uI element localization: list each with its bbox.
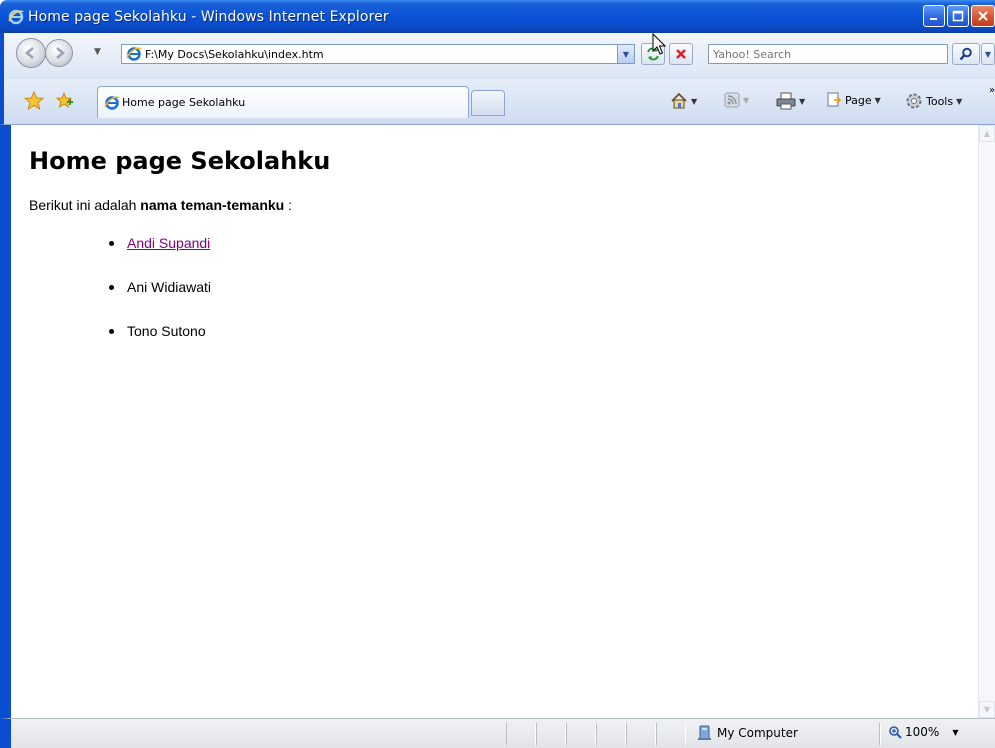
chevron-down-icon: ▼	[956, 96, 963, 106]
tools-menu-button[interactable]: Tools ▼	[905, 92, 962, 110]
computer-icon	[698, 725, 711, 740]
friend-link-andi-supandi[interactable]: Andi Supandi	[127, 235, 210, 251]
favorites-star-icon[interactable]	[24, 91, 44, 111]
ie-page-icon	[104, 95, 120, 110]
status-segment	[566, 723, 596, 745]
tab-home-page-sekolahku[interactable]: Home page Sekolahku	[97, 86, 469, 118]
forward-button[interactable]	[45, 39, 73, 67]
page-menu-label: Page	[845, 93, 872, 107]
zoom-control[interactable]: 100% ▼	[888, 725, 958, 739]
minimize-button[interactable]	[923, 5, 945, 27]
mouse-cursor-icon	[652, 33, 667, 55]
status-segment	[626, 723, 656, 745]
web-page: Home page Sekolahku Berikut ini adalah n…	[29, 147, 969, 367]
tools-menu-label: Tools	[926, 94, 954, 108]
stop-button[interactable]	[669, 43, 693, 65]
print-button[interactable]: ▼	[776, 92, 805, 110]
search-options-dropdown[interactable]: ▼	[981, 43, 995, 65]
status-bar: My Computer 100% ▼	[0, 718, 995, 748]
page-content-area: Home page Sekolahku Berikut ini adalah n…	[0, 125, 995, 718]
page-heading: Home page Sekolahku	[29, 147, 331, 175]
recent-pages-dropdown[interactable]: ▼	[94, 47, 101, 57]
ie-logo-icon	[8, 9, 24, 24]
search-icon	[959, 47, 972, 61]
back-button[interactable]	[16, 38, 46, 68]
maximize-icon	[952, 10, 964, 22]
rss-feed-icon	[724, 92, 740, 108]
intro-paragraph: Berikut ini adalah nama teman-temanku :	[29, 197, 969, 213]
search-bar	[708, 44, 948, 64]
zoom-icon	[889, 726, 902, 739]
intro-prefix: Berikut ini adalah	[29, 197, 141, 213]
security-zone[interactable]: My Computer	[697, 725, 798, 741]
ie-page-icon	[126, 47, 142, 61]
intro-bold: nama teman-temanku	[140, 197, 285, 213]
security-zone-label: My Computer	[717, 726, 798, 740]
scroll-down-button[interactable]: ▼	[979, 701, 995, 718]
address-toolbar: ▼ ▼ ▼	[0, 33, 995, 79]
window-title: Home page Sekolahku - Windows Internet E…	[28, 8, 389, 25]
new-tab-button[interactable]	[471, 90, 505, 116]
status-divider	[879, 723, 881, 745]
status-segment	[536, 723, 566, 745]
gear-icon	[906, 93, 922, 109]
back-arrow-icon	[25, 47, 34, 59]
zoom-level: 100%	[905, 725, 940, 739]
status-segment	[506, 723, 536, 745]
address-bar: ▼	[121, 44, 635, 64]
chevron-down-icon: ▼	[874, 95, 881, 105]
search-button[interactable]	[952, 43, 980, 65]
home-button[interactable]: ▼	[670, 92, 697, 110]
status-segment	[656, 723, 686, 745]
chevron-down-icon: ▼	[952, 727, 959, 737]
address-dropdown-button[interactable]: ▼	[617, 45, 634, 63]
status-segment	[596, 723, 626, 745]
vertical-scrollbar[interactable]: ▲ ▼	[978, 125, 995, 718]
list-item: Ani Widiawati	[109, 279, 969, 295]
tab-command-bar: Home page Sekolahku ▼ ▼ ▼ Page ▼ Tools ▼…	[0, 79, 995, 125]
chevron-down-icon: ▼	[743, 95, 750, 105]
minimize-icon	[930, 18, 937, 20]
close-button[interactable]	[971, 5, 995, 27]
home-icon	[671, 92, 687, 109]
window-controls	[923, 5, 995, 27]
friends-list: Andi Supandi Ani Widiawati Tono Sutono	[109, 235, 969, 339]
intro-suffix: :	[284, 197, 293, 213]
forward-arrow-icon	[56, 47, 65, 59]
address-input[interactable]	[145, 47, 615, 61]
scroll-up-button[interactable]: ▲	[979, 125, 995, 142]
tab-label: Home page Sekolahku	[122, 96, 246, 109]
close-icon	[978, 11, 988, 21]
list-item: Andi Supandi	[109, 235, 969, 251]
chevron-down-icon: ▼	[799, 96, 806, 106]
status-segments	[506, 723, 686, 745]
page-icon	[827, 92, 842, 107]
feeds-button[interactable]: ▼	[724, 92, 749, 108]
maximize-button[interactable]	[947, 5, 969, 27]
search-input[interactable]	[713, 47, 943, 61]
chevron-down-icon: ▼	[691, 96, 698, 106]
stop-icon	[676, 49, 686, 59]
list-item: Tono Sutono	[109, 323, 969, 339]
add-favorites-icon[interactable]	[54, 91, 74, 111]
more-commands-chevron-icon[interactable]: »	[989, 85, 995, 96]
printer-icon	[776, 92, 796, 110]
title-bar: Home page Sekolahku - Windows Internet E…	[0, 0, 995, 33]
page-menu-button[interactable]: Page ▼	[826, 92, 881, 108]
